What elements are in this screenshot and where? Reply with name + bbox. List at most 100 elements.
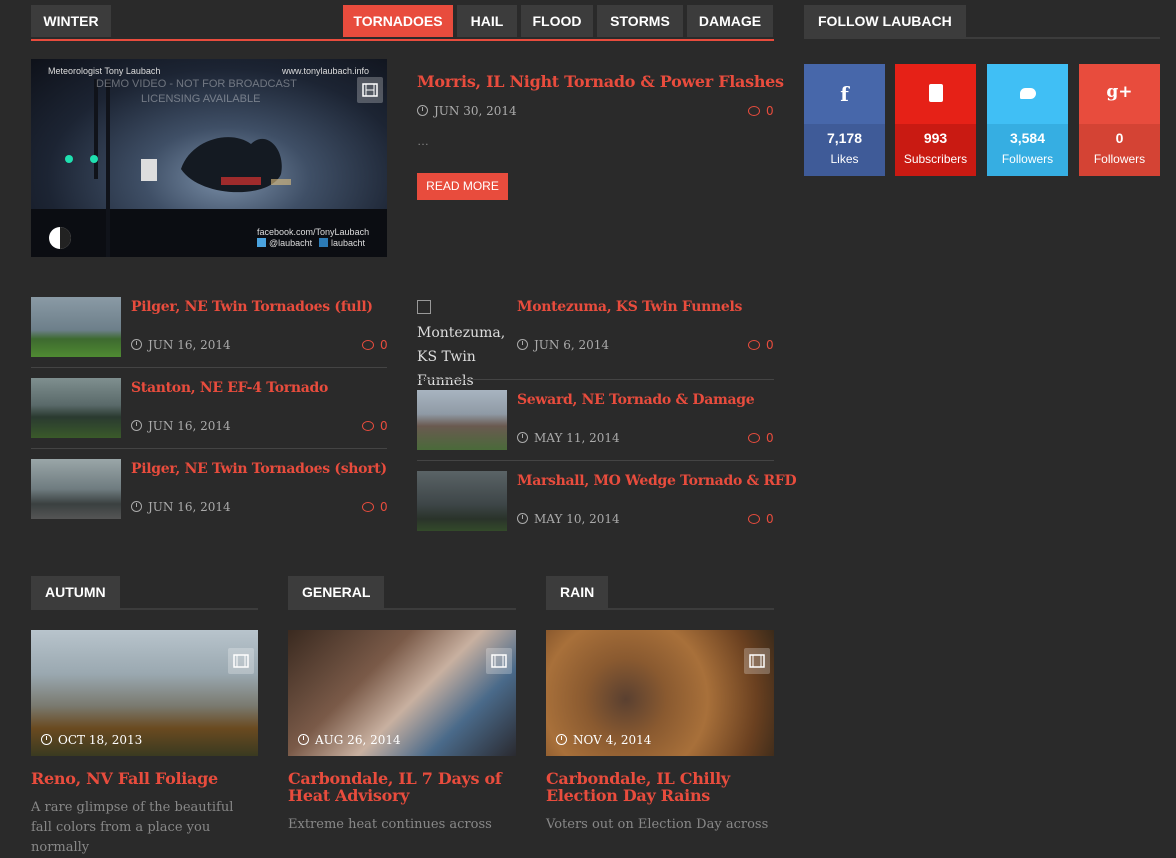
broken-image-montezuma[interactable]: Montezuma, KS Twin Funnels — [417, 297, 509, 389]
watermark-twitter: @laubacht — [257, 238, 312, 248]
post-date: OCT 18, 2013 — [41, 733, 142, 747]
thumbnail-stanton[interactable] — [31, 378, 121, 438]
post-title[interactable]: Seward, NE Tornado & Damage — [517, 392, 755, 408]
facebook-icon: f — [840, 82, 849, 106]
post-date: NOV 4, 2014 — [556, 733, 651, 747]
clock-icon — [517, 339, 528, 350]
section-underline — [546, 608, 774, 610]
thumbnail-carbondale-heat[interactable]: AUG 26, 2014 — [288, 630, 516, 756]
thumbnail-pilger-short[interactable] — [31, 459, 121, 519]
clock-icon — [131, 420, 142, 431]
tab-damage[interactable]: DAMAGE — [687, 5, 773, 37]
comment-icon — [362, 421, 374, 431]
tab-storms[interactable]: STORMS — [597, 5, 683, 37]
video-icon — [744, 648, 770, 674]
watermark-url: www.tonylaubach.info — [282, 66, 370, 76]
section-underline — [288, 608, 516, 610]
post-comments[interactable]: 0 — [748, 431, 774, 445]
divider — [417, 379, 774, 380]
clock-icon — [131, 339, 142, 350]
post-comments[interactable]: 0 — [362, 419, 388, 433]
watermark-demo: DEMO VIDEO - NOT FOR BROADCAST — [96, 78, 297, 90]
comment-icon — [748, 433, 760, 443]
post-date: JUN 16, 2014 — [131, 419, 231, 433]
post-date: MAY 11, 2014 — [517, 431, 620, 445]
googleplus-counter[interactable]: g+ 0 Followers — [1079, 64, 1160, 176]
post-date: MAY 10, 2014 — [517, 512, 620, 526]
clock-icon — [417, 105, 428, 116]
section-underline — [31, 608, 258, 610]
video-icon — [228, 648, 254, 674]
yinyang-logo-icon — [49, 227, 71, 249]
featured-title[interactable]: Morris, IL Night Tornado & Power Flashes — [417, 72, 784, 91]
post-title[interactable]: Montezuma, KS Twin Funnels — [517, 299, 742, 315]
tab-flood[interactable]: FLOOD — [521, 5, 593, 37]
divider — [31, 367, 387, 368]
post-title[interactable]: Marshall, MO Wedge Tornado & RFD — [517, 473, 797, 489]
clock-icon — [41, 734, 52, 745]
twitter-counter[interactable]: 3,584 Followers — [987, 64, 1068, 176]
watermark-linkedin: laubacht — [319, 238, 365, 248]
featured-comments[interactable]: 0 — [748, 104, 774, 118]
comment-icon — [748, 340, 760, 350]
facebook-counter[interactable]: f 7,178 Likes — [804, 64, 885, 176]
post-excerpt: A rare glimpse of the beautiful fall col… — [31, 800, 234, 855]
video-icon — [486, 648, 512, 674]
twitter-icon — [1020, 88, 1036, 99]
clock-icon — [131, 501, 142, 512]
clock-icon — [556, 734, 567, 745]
post-date: JUN 16, 2014 — [131, 338, 231, 352]
featured-thumbnail[interactable]: Meteorologist Tony Laubach www.tonylauba… — [31, 59, 387, 257]
post-title[interactable]: Carbondale, IL 7 Days of Heat Advisory — [288, 770, 516, 804]
post-title[interactable]: Reno, NV Fall Foliage — [31, 770, 258, 787]
comment-icon — [362, 502, 374, 512]
youtube-counter[interactable]: 993 Subscribers — [895, 64, 976, 176]
read-more-button[interactable]: READ MORE — [417, 173, 508, 200]
thumbnail-reno[interactable]: OCT 18, 2013 — [31, 630, 258, 756]
post-date: JUN 16, 2014 — [131, 500, 231, 514]
post-comments[interactable]: 0 — [748, 338, 774, 352]
post-title[interactable]: Pilger, NE Twin Tornadoes (full) — [131, 299, 373, 315]
follow-section-title: FOLLOW LAUBACH — [804, 5, 966, 37]
youtube-icon — [929, 84, 943, 102]
category-tabbar: WINTER TORNADOES HAIL FLOOD STORMS DAMAG… — [31, 5, 774, 41]
comment-icon — [748, 106, 760, 116]
post-title[interactable]: Pilger, NE Twin Tornadoes (short) — [131, 461, 387, 477]
thumbnail-seward[interactable] — [417, 390, 507, 450]
thumbnail-carbondale-rain[interactable]: NOV 4, 2014 — [546, 630, 774, 756]
post-date: AUG 26, 2014 — [298, 733, 401, 747]
section-title-general: GENERAL — [288, 576, 385, 608]
comment-icon — [362, 340, 374, 350]
featured-excerpt: … — [417, 134, 429, 148]
clock-icon — [298, 734, 309, 745]
post-comments[interactable]: 0 — [748, 512, 774, 526]
watermark-licensing: LICENSING AVAILABLE — [141, 93, 261, 105]
post-title[interactable]: Stanton, NE EF-4 Tornado — [131, 380, 328, 396]
comment-icon — [748, 514, 760, 524]
section-title-rain: RAIN — [546, 576, 609, 608]
tab-tornadoes[interactable]: TORNADOES — [343, 5, 453, 37]
video-icon — [357, 77, 383, 103]
watermark-facebook: facebook.com/TonyLaubach — [257, 227, 370, 237]
googleplus-icon: g+ — [1106, 82, 1133, 102]
tab-hail[interactable]: HAIL — [457, 5, 517, 37]
post-excerpt: Extreme heat continues across — [288, 817, 492, 832]
post-comments[interactable]: 0 — [362, 338, 388, 352]
twitter-icon — [257, 238, 266, 247]
tab-winter[interactable]: WINTER — [31, 5, 111, 37]
clock-icon — [517, 432, 528, 443]
section-title-autumn: AUTUMN — [31, 576, 120, 608]
divider — [417, 460, 774, 461]
clock-icon — [517, 513, 528, 524]
thumbnail-marshall[interactable] — [417, 471, 507, 531]
thumbnail-pilger-full[interactable] — [31, 297, 121, 357]
post-title[interactable]: Carbondale, IL Chilly Election Day Rains — [546, 770, 774, 804]
linkedin-icon — [319, 238, 328, 247]
broken-image-icon — [417, 300, 431, 314]
post-comments[interactable]: 0 — [362, 500, 388, 514]
watermark-author: Meteorologist Tony Laubach — [48, 66, 161, 76]
post-date: JUN 6, 2014 — [517, 338, 609, 352]
featured-date: JUN 30, 2014 — [417, 104, 517, 118]
divider — [31, 448, 387, 449]
post-excerpt: Voters out on Election Day across — [546, 817, 769, 832]
